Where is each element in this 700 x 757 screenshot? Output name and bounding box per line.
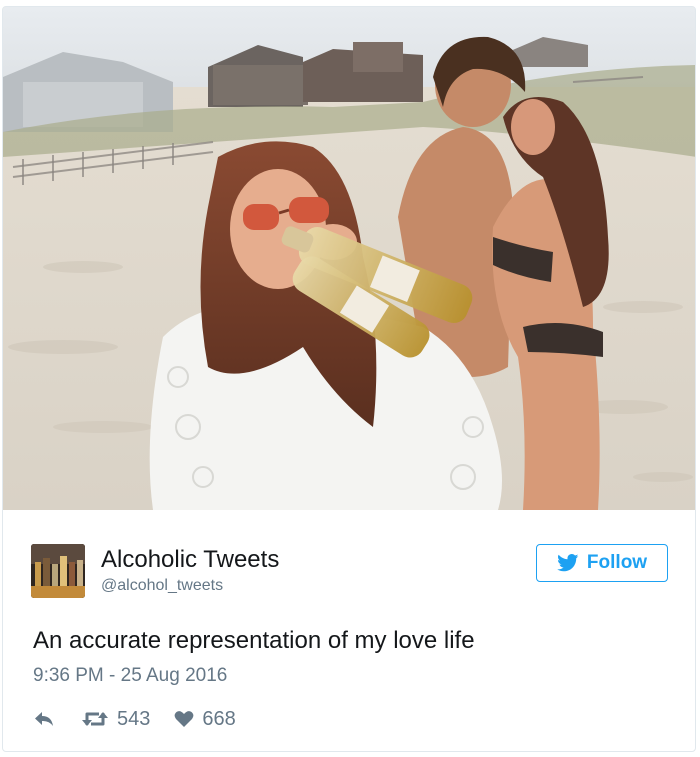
tweet-card: Alcoholic Tweets @alcohol_tweets Follow … — [2, 6, 696, 752]
heart-icon — [174, 711, 194, 727]
avatar-image — [31, 544, 85, 598]
follow-button[interactable]: Follow — [536, 544, 668, 582]
tweet-actions: 543 668 — [33, 705, 236, 733]
follow-label: Follow — [586, 552, 648, 573]
twitter-bird-icon — [557, 554, 579, 572]
tweet-text: An accurate representation of my love li… — [33, 627, 475, 654]
retweet-icon — [82, 712, 108, 726]
like-count: 668 — [202, 707, 236, 730]
beach-photo — [3, 7, 695, 510]
reply-button[interactable] — [33, 710, 55, 728]
avatar[interactable] — [31, 544, 85, 598]
tweet-photo[interactable] — [3, 7, 695, 510]
retweet-button[interactable]: 543 — [81, 708, 150, 731]
display-name[interactable]: Alcoholic Tweets — [101, 546, 279, 574]
tweet-timestamp[interactable]: 9:36 PM - 25 Aug 2016 — [33, 665, 227, 687]
reply-icon — [35, 712, 53, 726]
retweet-count: 543 — [117, 707, 151, 730]
like-button[interactable]: 668 — [174, 707, 236, 731]
user-handle[interactable]: @alcohol_tweets — [101, 577, 223, 595]
tweet-header: Alcoholic Tweets @alcohol_tweets Follow — [3, 510, 695, 620]
